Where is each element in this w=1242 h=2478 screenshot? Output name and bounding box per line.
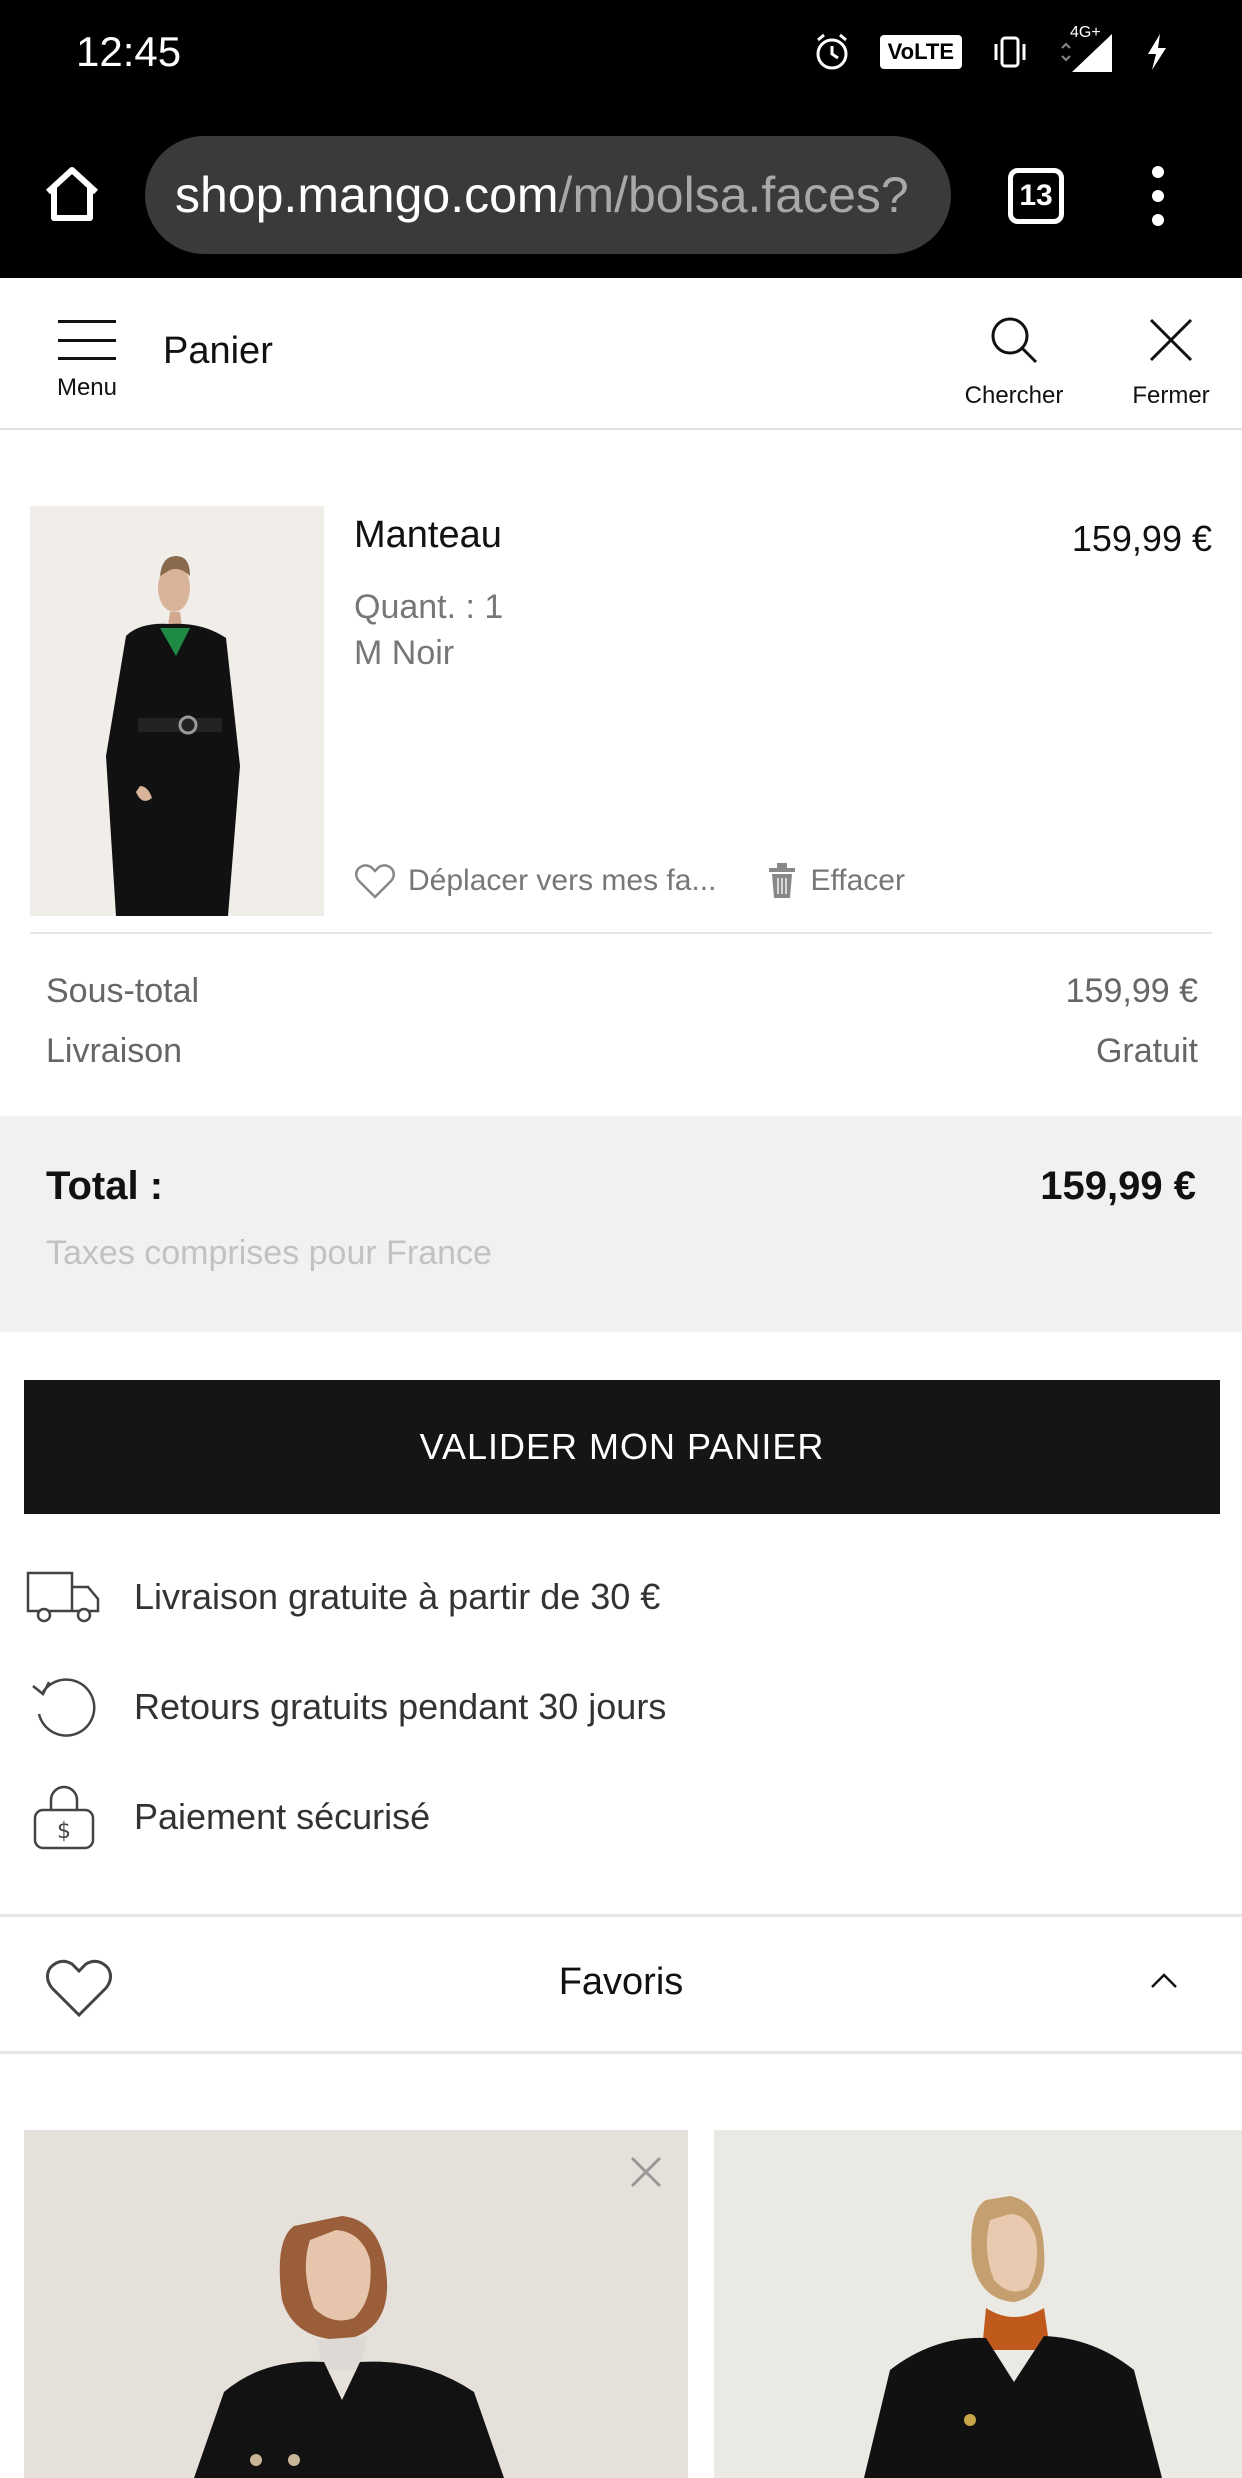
perk-secure-payment: $ Paiement sécurisé	[24, 1782, 430, 1852]
remove-favorite-icon[interactable]	[628, 2154, 664, 2190]
close-icon	[1149, 318, 1193, 362]
product-quantity[interactable]: Quant. : 1	[354, 588, 503, 627]
search-button[interactable]: Chercher	[962, 314, 1066, 410]
perk-text: Paiement sécurisé	[134, 1796, 431, 1837]
url-path: /m/bolsa.faces?	[558, 167, 909, 223]
subtotal-row: Sous-total 159,99 €	[46, 972, 1198, 1011]
perk-free-shipping: Livraison gratuite à partir de 30 €	[24, 1562, 660, 1632]
browser-toolbar: shop.mango.com/m/bolsa.faces? 13	[0, 112, 1242, 278]
close-button[interactable]: Fermer	[1128, 314, 1214, 410]
product-price: 159,99 €	[1071, 518, 1212, 559]
product-variant: M Noir	[354, 634, 455, 672]
perk-free-returns: Retours gratuits pendant 30 jours	[24, 1672, 666, 1742]
total-value: 159,99 €	[1040, 1164, 1196, 1208]
alarm-icon	[816, 33, 848, 70]
status-bar: 12:45 VoLTE 4G+	[0, 0, 1242, 112]
delete-label: Effacer	[810, 864, 905, 897]
chevron-up-icon	[1151, 1973, 1177, 1988]
tab-switcher-button[interactable]: 13	[1008, 168, 1064, 224]
vibrate-icon	[994, 36, 1026, 68]
total-section: Total : 159,99 € Taxes comprises pour Fr…	[0, 1116, 1242, 1332]
search-label: Chercher	[964, 382, 1064, 409]
favorites-toggle[interactable]: Favoris	[0, 1914, 1242, 2054]
return-icon	[24, 1672, 104, 1742]
perk-text: Retours gratuits pendant 30 jours	[134, 1686, 667, 1727]
home-icon[interactable]	[40, 162, 104, 226]
status-time: 12:45	[76, 28, 182, 75]
product-name[interactable]: Manteau	[354, 514, 502, 557]
status-icons: VoLTE 4G+	[812, 24, 1172, 74]
signal-icon: 4G+	[1058, 24, 1114, 74]
favorite-product-card[interactable]	[24, 2130, 688, 2478]
secure-lock-icon: $	[24, 1782, 104, 1852]
total-label: Total :	[46, 1164, 164, 1208]
menu-label: Menu	[56, 374, 118, 401]
truck-icon	[24, 1562, 104, 1632]
search-icon	[991, 317, 1038, 364]
svg-text:$: $	[57, 1819, 71, 1844]
favorites-title: Favoris	[558, 1961, 684, 2003]
subtotal-value: 159,99 €	[1065, 972, 1198, 1010]
shipping-label: Livraison	[46, 1032, 183, 1070]
site-header: Menu Panier Chercher Fermer	[0, 278, 1242, 430]
url-bar[interactable]: shop.mango.com/m/bolsa.faces?	[145, 136, 951, 254]
shipping-row: Livraison Gratuit	[46, 1032, 1198, 1071]
tax-note: Taxes comprises pour France	[46, 1234, 492, 1272]
hamburger-icon	[58, 320, 116, 360]
item-actions: Déplacer vers mes fa... Effacer	[354, 862, 905, 900]
heart-icon	[355, 864, 395, 899]
url-host: shop.mango.com	[175, 167, 559, 223]
checkout-button[interactable]: VALIDER MON PANIER	[24, 1380, 1220, 1514]
favorite-product-card[interactable]	[714, 2130, 1242, 2478]
move-to-favorites-button[interactable]: Déplacer vers mes fa...	[354, 862, 716, 900]
trash-icon	[769, 863, 796, 898]
delete-item-button[interactable]: Effacer	[766, 862, 905, 900]
shipping-value: Gratuit	[1095, 1032, 1198, 1070]
menu-button[interactable]: Menu	[52, 320, 122, 402]
divider	[30, 932, 1212, 934]
product-image[interactable]	[30, 506, 324, 916]
close-label: Fermer	[1132, 382, 1210, 409]
volte-badge: VoLTE	[879, 35, 962, 69]
perk-text: Livraison gratuite à partir de 30 €	[134, 1576, 661, 1617]
subtotal-label: Sous-total	[46, 972, 200, 1010]
move-to-favorites-label: Déplacer vers mes fa...	[408, 864, 717, 897]
charging-icon	[1148, 34, 1166, 70]
page-title: Panier	[163, 330, 273, 372]
more-options-icon[interactable]	[1140, 166, 1176, 226]
